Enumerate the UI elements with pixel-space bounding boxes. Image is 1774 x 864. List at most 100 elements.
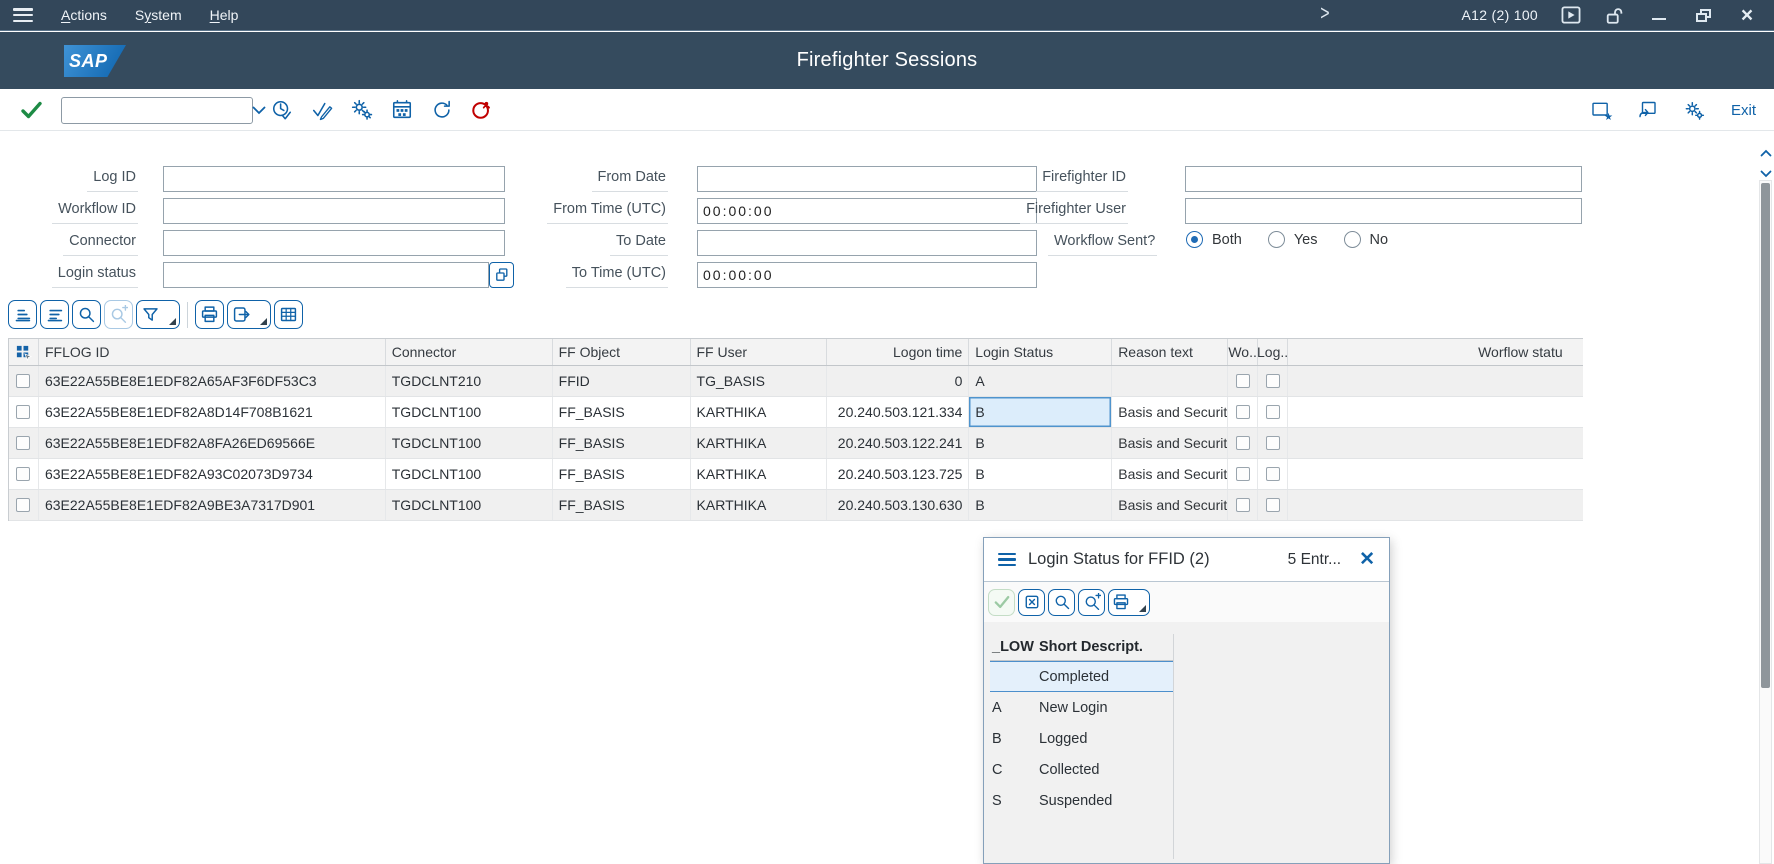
column-header-fflog-id[interactable]: FFLOG ID (39, 339, 386, 365)
menu-item-help[interactable]: Help (210, 7, 239, 23)
chevron-down-icon[interactable] (246, 106, 272, 115)
choose-layout-button[interactable] (274, 300, 303, 329)
gears-icon[interactable] (1684, 100, 1705, 121)
column-header-ff-user[interactable]: FF User (691, 339, 828, 365)
row-select-checkbox[interactable] (16, 436, 31, 450)
radio-icon[interactable] (1343, 231, 1361, 248)
popup-list-item[interactable]: Completed (990, 661, 1173, 692)
cell-login-status[interactable]: B (969, 428, 1113, 458)
firefighter-user-field[interactable] (1185, 198, 1582, 224)
firefighter-session-icon[interactable] (471, 99, 493, 121)
workflow-sent-checkbox[interactable] (1235, 498, 1250, 512)
exit-button[interactable]: Exit (1731, 102, 1756, 119)
log-deleted-checkbox[interactable] (1265, 467, 1280, 481)
log-deleted-checkbox[interactable] (1265, 498, 1280, 512)
close-button[interactable]: × (1736, 4, 1758, 26)
new-session-window-icon[interactable]: ★ (1590, 100, 1613, 123)
popup-list-item[interactable]: S Suspended (990, 785, 1173, 816)
hamburger-menu-icon[interactable] (13, 8, 33, 22)
history-clock-icon[interactable] (271, 99, 293, 121)
table-row[interactable]: 63E22A55BE8E1EDF82A8FA26ED69566E TGDCLNT1… (9, 428, 1583, 459)
minimize-button[interactable] (1648, 4, 1670, 26)
row-select-checkbox[interactable] (16, 374, 31, 388)
menu-item-system[interactable]: System (135, 7, 182, 23)
column-header-reason-text[interactable]: Reason text (1112, 339, 1229, 365)
radio-icon[interactable] (1186, 231, 1203, 248)
scrollbar-track[interactable] (1759, 180, 1772, 864)
log-id-field[interactable] (163, 166, 505, 192)
workflow-sent-checkbox[interactable] (1235, 405, 1250, 419)
popup-accept-button[interactable] (988, 588, 1015, 616)
workflow-sent-checkbox[interactable] (1235, 374, 1250, 388)
workflow-id-field[interactable] (163, 198, 505, 224)
sort-ascending-button[interactable] (8, 300, 37, 329)
popup-find-next-button[interactable] (1078, 588, 1105, 616)
menu-item-actions[interactable]: Actions (61, 7, 107, 23)
chevron-right-icon[interactable]: > (1320, 3, 1329, 26)
print-button[interactable] (195, 300, 224, 329)
column-header-log-deleted[interactable]: Log.. (1258, 339, 1289, 365)
from-time-field[interactable] (697, 198, 1037, 224)
login-status-field[interactable] (163, 262, 489, 288)
popup-print-button[interactable] (1108, 588, 1150, 616)
row-select-checkbox[interactable] (16, 405, 31, 419)
column-header-workflow-status[interactable]: Worflow statu (1288, 339, 1583, 365)
connector-field[interactable] (163, 230, 505, 256)
restore-button[interactable] (1692, 4, 1714, 26)
table-row[interactable]: 63E22A55BE8E1EDF82A65AF3F6DF53C3 TGDCLNT2… (9, 366, 1583, 397)
cell-login-status[interactable]: A (969, 366, 1113, 396)
log-deleted-checkbox[interactable] (1265, 405, 1280, 419)
popup-close-icon[interactable]: ✕ (1359, 550, 1375, 569)
popup-menu-icon[interactable] (998, 552, 1016, 567)
workflow-sent-checkbox[interactable] (1235, 436, 1250, 450)
unlock-icon[interactable] (1604, 4, 1626, 26)
validate-edit-icon[interactable] (311, 99, 333, 121)
cell-login-status[interactable]: B (969, 490, 1113, 520)
popup-list-item[interactable]: C Collected (990, 754, 1173, 785)
popup-find-button[interactable] (1048, 588, 1075, 616)
refresh-icon[interactable] (431, 99, 453, 121)
filter-button[interactable] (136, 300, 180, 329)
row-select-checkbox[interactable] (16, 467, 31, 481)
popup-list-item[interactable]: B Logged (990, 723, 1173, 754)
export-button[interactable] (227, 300, 271, 329)
radio-option-no[interactable]: No (1343, 231, 1388, 248)
popup-list-item[interactable]: A New Login (990, 692, 1173, 723)
multiple-selection-button[interactable] (489, 262, 514, 288)
settings-gears-icon[interactable] (351, 99, 373, 121)
workflow-sent-checkbox[interactable] (1235, 467, 1250, 481)
from-date-field[interactable] (697, 166, 1037, 192)
find-button[interactable] (72, 300, 101, 329)
cell-login-status[interactable]: B (969, 397, 1113, 427)
log-deleted-checkbox[interactable] (1265, 374, 1280, 388)
column-header-login-status[interactable]: Login Status (969, 339, 1113, 365)
select-all-icon[interactable] (9, 339, 39, 365)
to-time-field[interactable] (697, 262, 1037, 288)
sort-descending-button[interactable] (40, 300, 69, 329)
enter-check-button[interactable] (20, 100, 43, 120)
popup-close-box-button[interactable] (1018, 588, 1045, 616)
column-header-workflow-sent[interactable]: Wo.. (1228, 339, 1259, 365)
table-row[interactable]: 63E22A55BE8E1EDF82A9BE3A7317D901 TGDCLNT1… (9, 490, 1583, 521)
back-window-icon[interactable] (1637, 100, 1658, 120)
to-date-field[interactable] (697, 230, 1037, 256)
column-header-ff-object[interactable]: FF Object (553, 339, 691, 365)
command-input[interactable] (62, 97, 246, 123)
find-next-button[interactable] (104, 300, 133, 329)
cell-login-status[interactable]: B (969, 459, 1113, 489)
radio-option-yes[interactable]: Yes (1267, 231, 1318, 248)
column-header-connector[interactable]: Connector (386, 339, 553, 365)
command-field[interactable] (61, 96, 266, 124)
log-deleted-checkbox[interactable] (1265, 436, 1280, 450)
row-select-checkbox[interactable] (16, 498, 31, 512)
play-icon[interactable] (1560, 4, 1582, 26)
firefighter-id-field[interactable] (1185, 166, 1582, 192)
schedule-variant-icon[interactable] (391, 99, 413, 121)
radio-icon[interactable] (1267, 231, 1285, 248)
table-row[interactable]: 63E22A55BE8E1EDF82A93C02073D9734 TGDCLNT1… (9, 459, 1583, 490)
radio-option-both[interactable]: Both (1186, 231, 1242, 248)
table-row[interactable]: 63E22A55BE8E1EDF82A8D14F708B1621 TGDCLNT1… (9, 397, 1583, 428)
scrollbar-thumb[interactable] (1761, 183, 1770, 688)
scroll-up-icon[interactable] (1760, 144, 1772, 162)
column-header-logon-time[interactable]: Logon time (827, 339, 970, 365)
